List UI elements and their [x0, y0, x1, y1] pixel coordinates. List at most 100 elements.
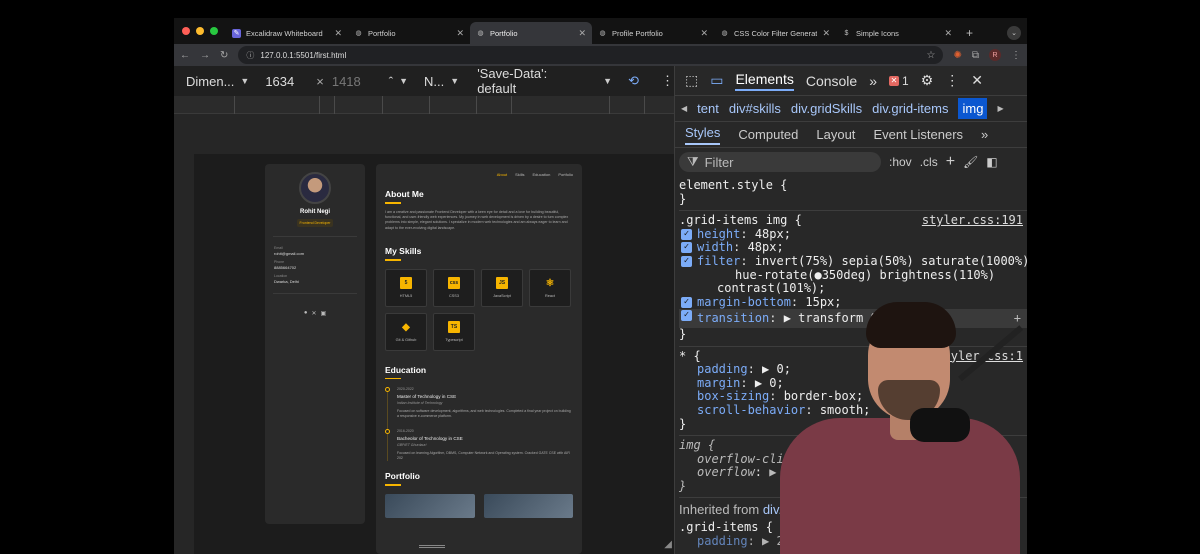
tab-styles[interactable]: Styles: [685, 125, 721, 145]
resize-handle-horizontal[interactable]: [419, 545, 445, 548]
rule-selector: .grid-items img {styler.css:191: [679, 213, 1023, 228]
social-links: ● ✕ ▣: [265, 310, 365, 317]
devtools-menu-icon[interactable]: ⋮: [945, 72, 959, 89]
tab-layout[interactable]: Layout: [816, 127, 855, 142]
width-input[interactable]: 1634: [265, 74, 294, 89]
breadcrumb-item[interactable]: tent: [697, 101, 719, 116]
tab-portfolio-1[interactable]: ◍ Portfolio ✕: [348, 22, 470, 44]
tab-portfolio-active[interactable]: ◍ Portfolio ✕: [470, 22, 592, 44]
chevron-left-icon[interactable]: ◀: [681, 104, 687, 113]
declaration-checkbox[interactable]: ✓: [681, 255, 692, 267]
portfolio-heading: Portfolio: [385, 471, 420, 482]
tab-profile-portfolio[interactable]: ◍ Profile Portfolio ✕: [592, 22, 714, 44]
breadcrumb-item[interactable]: div#skills: [729, 101, 781, 116]
device-menu-icon[interactable]: ⋮: [661, 73, 674, 89]
presenter-hair: [866, 302, 956, 348]
close-tab-icon[interactable]: ✕: [578, 28, 586, 39]
portfolio-thumbnail[interactable]: [385, 493, 475, 518]
class-toggle[interactable]: .cls: [920, 155, 938, 169]
more-tabs-icon[interactable]: »: [869, 73, 877, 89]
minimize-window-button[interactable]: [196, 27, 204, 35]
close-tab-icon[interactable]: ✕: [334, 28, 342, 39]
filter-icon: ⧩: [687, 154, 699, 169]
screen: ✎ Excalidraw Whiteboard ✕ ◍ Portfolio ✕ ◍ Por…: [0, 0, 1200, 554]
education-item: 2016-2020 Bacheolor of Technology in CSE…: [384, 429, 573, 461]
device-toggle-icon[interactable]: ▭: [710, 72, 723, 89]
close-tab-icon[interactable]: ✕: [456, 28, 464, 39]
linkedin-icon[interactable]: ▣: [320, 310, 326, 317]
profile-name: Rohit Negi: [300, 209, 330, 215]
tab-elements[interactable]: Elements: [735, 71, 794, 91]
extensions-puzzle-icon[interactable]: ⧉: [972, 50, 979, 61]
nav-portfolio[interactable]: Portfolio: [558, 172, 573, 177]
bookmark-star-icon[interactable]: ☆: [927, 50, 936, 61]
menu-kebab-icon[interactable]: ⋮: [1011, 50, 1021, 61]
height-input[interactable]: 1418: [332, 74, 361, 89]
breadcrumb-item[interactable]: div.gridSkills: [791, 101, 862, 116]
address-bar[interactable]: ⓘ 127.0.0.1:5501/first.html ☆: [238, 46, 944, 64]
dom-breadcrumb: ◀ tent div#skills div.gridSkills div.gri…: [675, 96, 1027, 122]
globe-icon: ◍: [721, 30, 728, 37]
location-value: Dwarka, Delhi: [274, 279, 299, 284]
new-rule-icon[interactable]: +: [946, 153, 955, 171]
paint-brush-icon[interactable]: 🖌: [963, 155, 978, 169]
inspect-element-icon[interactable]: ⬚: [685, 72, 698, 89]
breadcrumb-item[interactable]: div.grid-items: [872, 101, 948, 116]
declaration-checkbox[interactable]: ✓: [681, 296, 692, 308]
extension-icon[interactable]: ✺: [953, 50, 961, 61]
close-tab-icon[interactable]: ✕: [944, 28, 952, 39]
declaration-checkbox[interactable]: ✓: [681, 242, 692, 254]
nav-about[interactable]: About: [497, 172, 507, 177]
throttle-select[interactable]: N... ▼: [424, 74, 459, 89]
close-tab-icon[interactable]: ✕: [822, 28, 830, 39]
nav-education[interactable]: Education: [533, 172, 551, 177]
site-info-icon[interactable]: ⓘ: [246, 50, 254, 61]
rotate-icon[interactable]: ⟲: [628, 73, 639, 89]
html5-icon: 5: [400, 277, 412, 290]
settings-gear-icon[interactable]: ⚙: [921, 72, 934, 89]
styles-filter-input[interactable]: ⧩ Filter: [679, 152, 881, 172]
close-window-button[interactable]: [182, 27, 190, 35]
tab-event-listeners[interactable]: Event Listeners: [873, 127, 963, 142]
back-icon[interactable]: ←: [180, 50, 190, 61]
styles-subtabs: Styles Computed Layout Event Listeners »: [675, 122, 1027, 148]
microphone-icon: [910, 408, 970, 442]
close-tab-icon[interactable]: ✕: [700, 28, 708, 39]
tab-computed[interactable]: Computed: [738, 127, 798, 142]
x-icon[interactable]: ✕: [311, 310, 316, 317]
github-icon[interactable]: ●: [304, 310, 308, 317]
profile-avatar[interactable]: R: [989, 49, 1001, 61]
resize-corner-icon[interactable]: ◢: [664, 539, 672, 550]
breadcrumb-item-current[interactable]: img: [958, 98, 988, 119]
tab-excalidraw[interactable]: ✎ Excalidraw Whiteboard ✕: [226, 22, 348, 44]
tab-console[interactable]: Console: [806, 73, 857, 89]
profile-card: Rohit Negi Frontend Developer Email rohi…: [265, 164, 365, 524]
maximize-window-button[interactable]: [210, 27, 218, 35]
styles-filter-row: ⧩ Filter :hov .cls + 🖌 ◧: [675, 148, 1027, 176]
chevron-right-icon[interactable]: ▶: [997, 104, 1003, 113]
css3-icon: css: [448, 277, 460, 290]
declaration-checkbox[interactable]: ✓: [681, 228, 692, 240]
javascript-icon: JS: [496, 277, 508, 290]
declaration-checkbox[interactable]: ✓: [681, 310, 692, 322]
tab-search-button[interactable]: ⌄: [1007, 26, 1021, 40]
error-counter[interactable]: ✕ 1: [889, 74, 909, 88]
tab-css-filter[interactable]: ◍ CSS Color Filter Generato ✕: [714, 22, 836, 44]
more-subtabs-icon[interactable]: »: [981, 127, 988, 142]
dollar-icon: $: [844, 29, 849, 37]
react-icon: ⚛: [545, 277, 555, 289]
forward-icon[interactable]: →: [200, 50, 210, 61]
nav-skills[interactable]: Skills: [515, 172, 524, 177]
reload-icon[interactable]: ↻: [220, 50, 228, 61]
declaration: ✓ filter: invert(75%) sepia(50%) saturate…: [679, 254, 1027, 269]
close-devtools-icon[interactable]: ✕: [971, 72, 983, 89]
hover-state-toggle[interactable]: :hov: [889, 155, 912, 169]
save-data-select[interactable]: 'Save-Data': default ▼: [477, 66, 612, 96]
scale-select[interactable]: ˆ ▼: [389, 74, 408, 89]
rule-source-link[interactable]: styler.css:191: [922, 214, 1023, 228]
sidebar-toggle-icon[interactable]: ◧: [986, 155, 997, 169]
dimensions-select[interactable]: Dimen... ▼: [186, 74, 249, 89]
tab-simple-icons[interactable]: $ Simple Icons ✕: [836, 22, 958, 44]
new-tab-button[interactable]: +: [958, 22, 981, 44]
portfolio-thumbnail[interactable]: [483, 493, 573, 518]
